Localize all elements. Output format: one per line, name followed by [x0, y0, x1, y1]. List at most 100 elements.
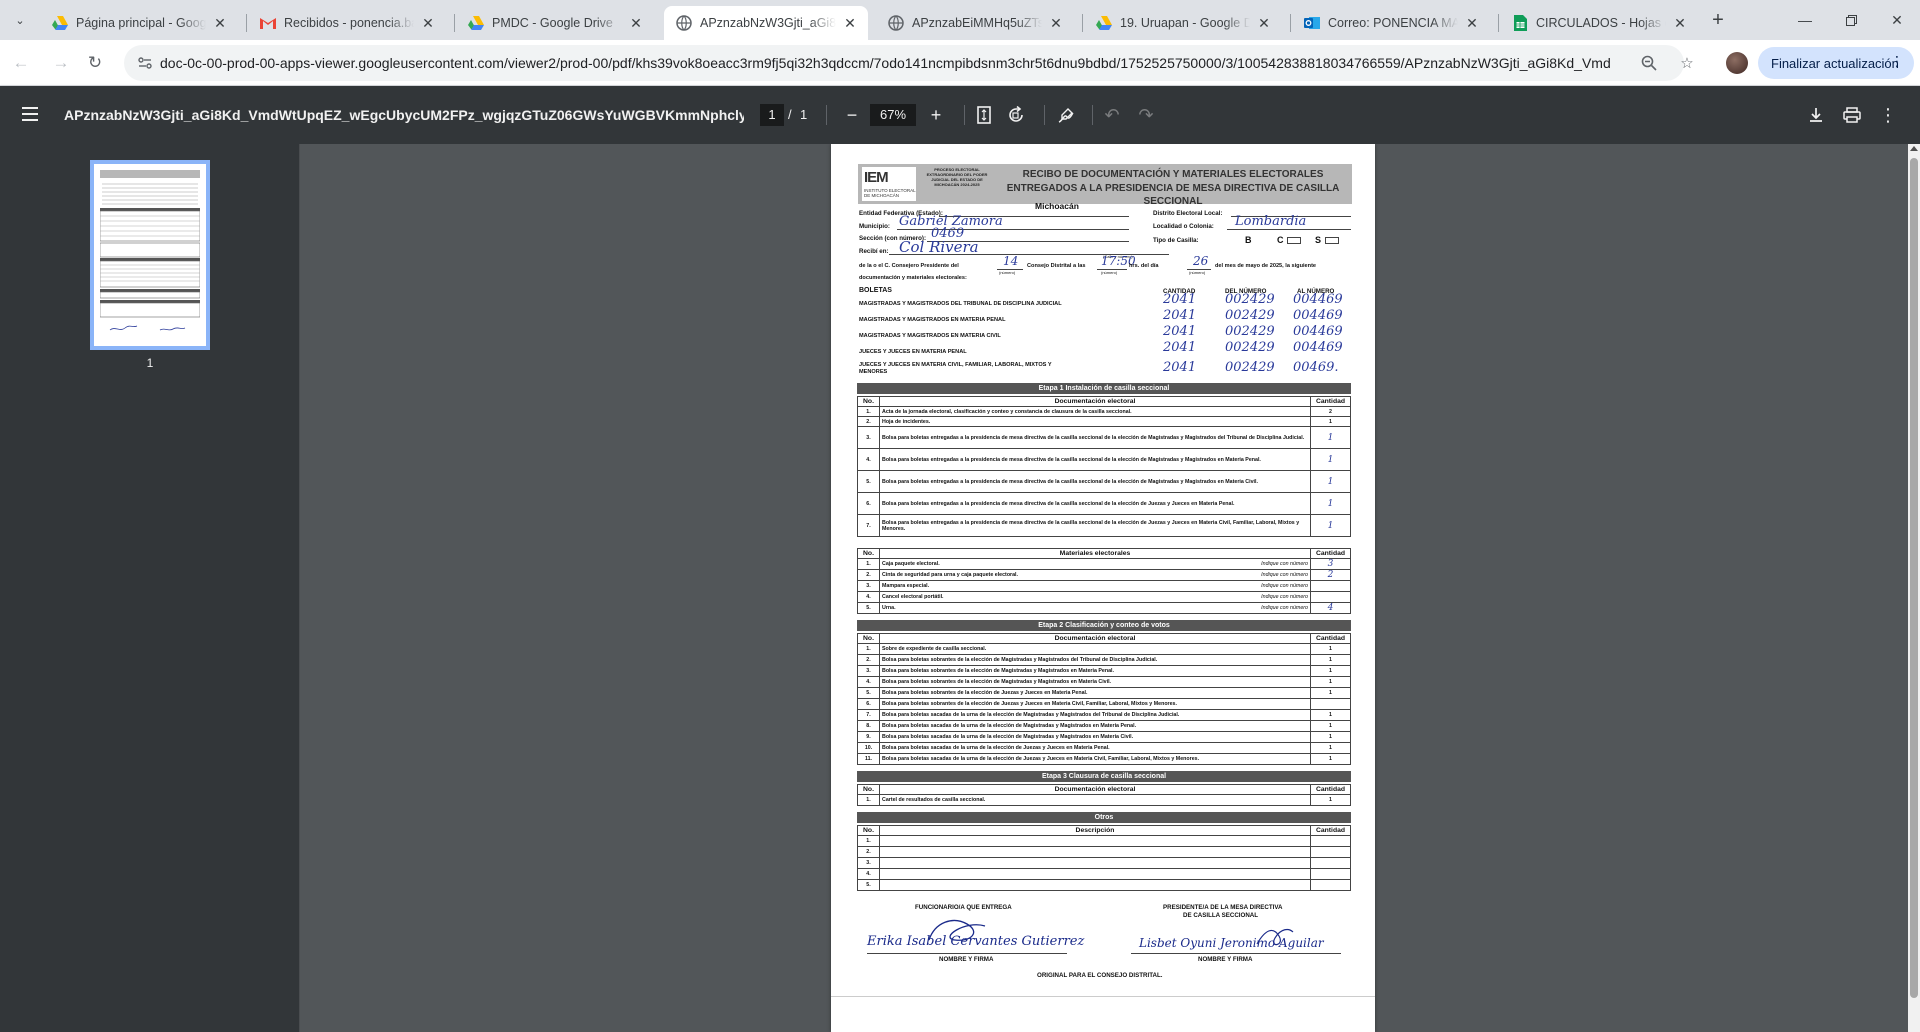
tab-uruapan-drive[interactable]: 19. Uruapan - Google Dri ✕: [1084, 6, 1282, 40]
viewer-scrollbar[interactable]: [1908, 144, 1920, 1032]
tab-title: Recibidos - ponencia.bah: [284, 16, 414, 30]
profile-avatar[interactable]: [1726, 52, 1748, 74]
boleta-cantidad: 2041: [1163, 360, 1197, 375]
close-icon[interactable]: ✕: [420, 15, 436, 31]
tab-pmdc-drive[interactable]: PMDC - Google Drive ✕: [456, 6, 654, 40]
left-nombre-firma: NOMBRE Y FIRMA: [939, 956, 994, 963]
close-icon[interactable]: ✕: [628, 15, 644, 31]
table-row: 3. Bolsa para boletas entregadas a la pre…: [857, 426, 1351, 449]
annotate-button[interactable]: [1052, 101, 1080, 129]
outlook-icon: [1304, 15, 1320, 31]
close-icon[interactable]: ✕: [212, 15, 228, 31]
reload-button[interactable]: ↻: [80, 48, 110, 78]
row-qty: 1: [1310, 654, 1351, 666]
page-number-input[interactable]: 1: [760, 104, 784, 126]
row-text: Cinta de seguridad para urna y caja paqu…: [879, 569, 1231, 581]
indique-label: Indique con número: [1230, 558, 1311, 570]
municipio-label: Municipio:: [859, 223, 890, 230]
zoom-in-button[interactable]: +: [922, 101, 950, 129]
new-tab-button[interactable]: +: [1704, 8, 1732, 32]
row-text: Acta de la jornada electoral, clasificac…: [879, 406, 1311, 417]
arrow-right-icon: →: [52, 53, 70, 72]
tab-active-pdf[interactable]: APznzabNzW3Gjti_aGi8Kc ✕: [664, 6, 868, 40]
tab-sheets[interactable]: CIRCULADOS - Hojas de ✕: [1500, 6, 1698, 40]
close-window-button[interactable]: ✕: [1874, 0, 1920, 40]
numero-note: (número): [1189, 270, 1206, 275]
col-qty: Cantidad: [1310, 784, 1351, 795]
row-no: 1.: [857, 406, 880, 417]
numero-note: (número): [999, 270, 1016, 275]
boleta-label: MAGISTRADAS Y MAGISTRADOS EN MATERIA PEN…: [859, 317, 1006, 323]
zoom-icon[interactable]: [1640, 54, 1658, 72]
tab-title: Página principal - Google: [76, 16, 206, 30]
row-no: 2.: [857, 569, 880, 581]
page-total: 1: [800, 107, 808, 122]
col-mat: Materiales electorales: [879, 548, 1311, 559]
boleta-del: 002429: [1225, 292, 1275, 307]
close-icon[interactable]: ✕: [1464, 15, 1480, 31]
row-text: Bolsa para boletas sacadas de la urna de…: [879, 742, 1311, 754]
fit-page-icon: [977, 106, 991, 124]
fit-page-button[interactable]: [970, 101, 998, 129]
boleta-del: 002429: [1225, 308, 1275, 323]
row-qty: [1310, 591, 1351, 603]
boleta-del: 002429: [1225, 340, 1275, 355]
redo-button[interactable]: ↷: [1132, 101, 1160, 129]
zoom-input[interactable]: 67%: [870, 104, 916, 126]
row-no: 2.: [857, 654, 880, 666]
tab-search-button[interactable]: ⌄: [8, 8, 32, 32]
menu-icon[interactable]: [18, 103, 42, 127]
page-thumbnail[interactable]: [90, 160, 210, 350]
more-options-button[interactable]: ⋮: [1874, 101, 1902, 129]
print-button[interactable]: [1838, 101, 1866, 129]
table-row: 2. Cinta de seguridad para urna y caja pa…: [857, 569, 1351, 581]
localidad-label: Localidad o Colonia:: [1153, 223, 1214, 230]
forward-button[interactable]: →: [46, 48, 76, 78]
etapa2-table: No. Documentación electoral Cantidad 1. Sob…: [857, 633, 1351, 765]
update-chrome-button[interactable]: Finalizar actualización ⋮: [1758, 47, 1914, 79]
tab-pdf-2[interactable]: APznzabEiMMHq5uZTsEjl ✕: [876, 6, 1074, 40]
scroll-up-icon[interactable]: [1910, 146, 1918, 151]
row-qty: 1: [1310, 514, 1351, 537]
download-button[interactable]: [1802, 101, 1830, 129]
rotate-button[interactable]: [1002, 101, 1030, 129]
gmail-icon: [260, 15, 276, 31]
header-divider: [1092, 105, 1093, 125]
tab-separator: [246, 14, 247, 32]
row-no: 11.: [857, 753, 880, 765]
entidad-value: Michoacán: [1035, 201, 1079, 211]
zoom-out-button[interactable]: −: [838, 101, 866, 129]
row-qty: [1310, 698, 1351, 710]
col-no: No.: [857, 784, 880, 795]
google-drive-icon: [468, 15, 484, 31]
otros-title: Otros: [857, 812, 1351, 823]
scrollbar-thumb[interactable]: [1910, 158, 1918, 998]
back-button[interactable]: ←: [6, 48, 36, 78]
row-qty: 1: [1310, 731, 1351, 743]
pdf-document-area[interactable]: IEM INSTITUTO ELECTORAL DE MICHOACÁN PRO…: [300, 144, 1908, 1032]
row-qty: 1: [1310, 753, 1351, 765]
table-row: 7. Bolsa para boletas entregadas a la pre…: [857, 514, 1351, 537]
close-icon[interactable]: ✕: [1048, 15, 1064, 31]
restore-button[interactable]: [1828, 0, 1874, 40]
address-bar[interactable]: doc-0c-00-prod-00-apps-viewer.googleuser…: [124, 45, 1684, 81]
row-qty: 3: [1310, 558, 1351, 570]
row-qty: 1: [1310, 720, 1351, 732]
tab-drive-home[interactable]: Página principal - Google ✕: [40, 6, 238, 40]
tab-outlook[interactable]: Correo: PONENCIA MAGI ✕: [1292, 6, 1490, 40]
undo-button[interactable]: ↶: [1098, 101, 1126, 129]
close-icon[interactable]: ✕: [1256, 15, 1272, 31]
col-qty: Cantidad: [1310, 396, 1351, 407]
bookmark-star-icon[interactable]: ☆: [1678, 54, 1696, 72]
close-icon[interactable]: ✕: [842, 15, 858, 31]
globe-icon: [676, 15, 692, 31]
col-qty: Cantidad: [1310, 548, 1351, 559]
tab-separator: [1290, 14, 1291, 32]
close-icon[interactable]: ✕: [1672, 15, 1688, 31]
url-text: doc-0c-00-prod-00-apps-viewer.googleuser…: [160, 55, 1610, 71]
site-info-icon[interactable]: [136, 54, 154, 72]
row-text: Caja paquete electoral.: [879, 558, 1231, 570]
tab-gmail[interactable]: Recibidos - ponencia.bah ✕: [248, 6, 446, 40]
row-qty: 2: [1310, 406, 1351, 417]
minimize-button[interactable]: —: [1782, 0, 1828, 40]
